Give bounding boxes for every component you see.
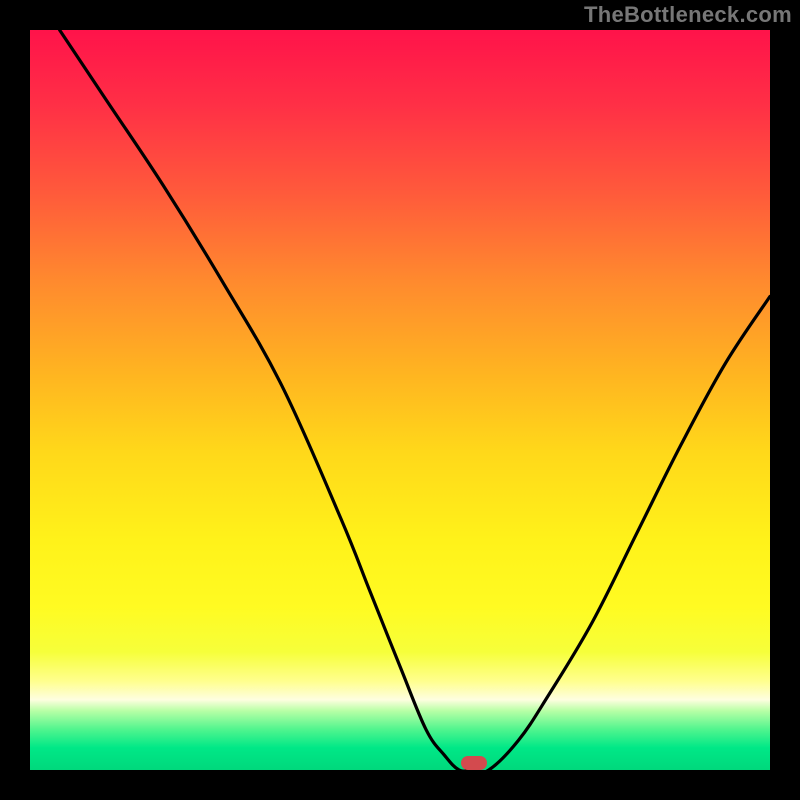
plot-area xyxy=(30,30,770,770)
bottleneck-curve xyxy=(30,30,770,770)
attribution-label: TheBottleneck.com xyxy=(584,2,792,28)
minimum-marker xyxy=(461,756,487,770)
chart-frame: TheBottleneck.com xyxy=(0,0,800,800)
